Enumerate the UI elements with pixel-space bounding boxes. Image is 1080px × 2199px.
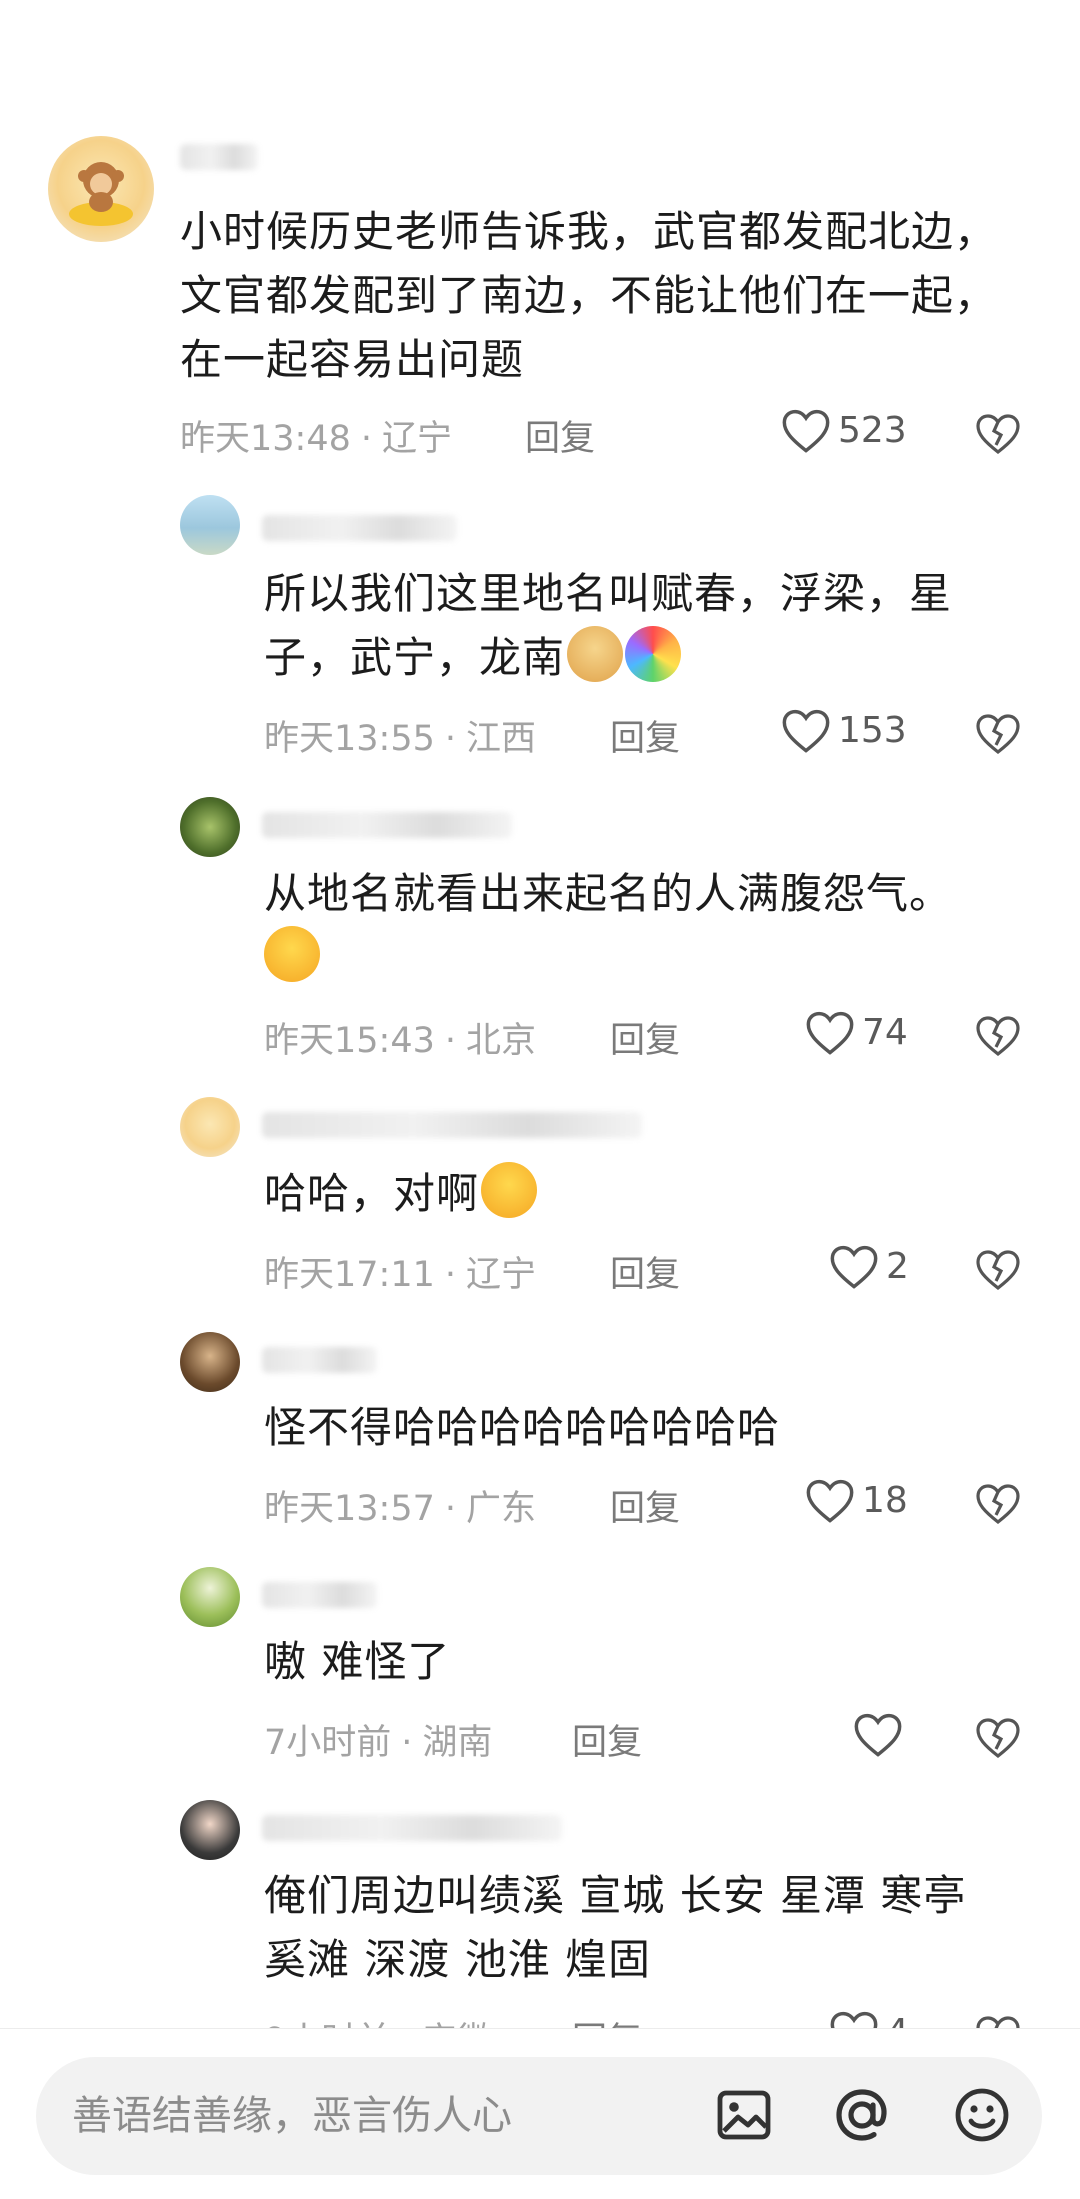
reply-button[interactable]: 回复 xyxy=(610,710,680,761)
comment-meta: 昨天13:48 · 辽宁 xyxy=(180,419,453,459)
comment-text-content: 从地名就看出来起名的人满腹怨气。 xyxy=(264,869,953,918)
username-blurred[interactable] xyxy=(262,515,457,541)
laugh-cry-emoji-icon xyxy=(481,1162,538,1218)
broken-heart-icon[interactable] xyxy=(974,1012,1022,1058)
comment-text: 怪不得哈哈哈哈哈哈哈哈哈 xyxy=(264,1403,781,1452)
comment-text: 小时候历史老师告诉我，武官都发配北边，文官都发配到了南边，不能让他们在一起，在一… xyxy=(180,207,998,384)
comment-input-container[interactable] xyxy=(36,2057,1042,2175)
heart-outline-icon xyxy=(782,409,830,453)
broken-heart-icon[interactable] xyxy=(974,1714,1022,1760)
broken-heart-icon[interactable] xyxy=(974,1246,1022,1292)
at-icon[interactable] xyxy=(830,2083,894,2147)
like-count: 523 xyxy=(838,409,907,451)
rainbow-vomit-emoji-icon xyxy=(625,626,682,682)
comment-text: 俺们周边叫绩溪 宣城 长安 星潭 寒亭 奚滩 深渡 池淮 煌固 xyxy=(264,1871,967,1984)
like-button[interactable]: 153 xyxy=(780,706,907,754)
laugh-cry-emoji-icon xyxy=(264,926,320,982)
avatar[interactable] xyxy=(180,495,240,555)
smiley-icon[interactable] xyxy=(950,2083,1014,2147)
avatar[interactable] xyxy=(180,1097,240,1157)
comment-input[interactable] xyxy=(72,2087,672,2145)
heart-outline-icon xyxy=(782,709,830,753)
reply-button[interactable]: 回复 xyxy=(525,410,595,461)
comment-location: 广东 xyxy=(466,1489,537,1529)
broken-heart-icon[interactable] xyxy=(974,1480,1022,1526)
like-count: 153 xyxy=(838,709,907,751)
avatar[interactable] xyxy=(180,1332,240,1392)
comment-time: 昨天13:55 xyxy=(264,719,435,759)
comment-meta: 昨天15:43 · 北京 xyxy=(264,1021,537,1061)
like-button[interactable] xyxy=(852,1710,910,1758)
comment-time: 昨天17:11 xyxy=(264,1255,435,1295)
username-blurred[interactable] xyxy=(262,1815,562,1841)
username-blurred[interactable] xyxy=(262,1112,642,1138)
comment-meta: 7小时前 · 湖南 xyxy=(264,1723,493,1763)
comment-time: 昨天13:57 xyxy=(264,1489,435,1529)
comment-text: 哈哈，对啊 xyxy=(264,1162,1004,1226)
comment-location: 辽宁 xyxy=(466,1255,537,1295)
heart-outline-icon xyxy=(854,1713,902,1757)
comment-text-content: 哈哈，对啊 xyxy=(264,1169,480,1218)
heart-outline-icon xyxy=(830,1245,878,1289)
like-count: 18 xyxy=(862,1479,908,1521)
avatar[interactable] xyxy=(180,797,240,857)
comment-location: 江西 xyxy=(466,719,537,759)
reply-button[interactable]: 回复 xyxy=(610,1480,680,1531)
like-count: 2 xyxy=(886,1245,909,1287)
username-blurred[interactable] xyxy=(262,1347,377,1373)
heart-outline-icon xyxy=(806,1011,854,1055)
like-button[interactable]: 2 xyxy=(828,1242,909,1290)
comment-time: 昨天15:43 xyxy=(264,1021,435,1061)
username-blurred[interactable] xyxy=(180,144,258,170)
avatar[interactable] xyxy=(180,1567,240,1627)
monkey-banana-icon xyxy=(69,162,133,226)
comment-meta: 昨天13:57 · 广东 xyxy=(264,1489,537,1529)
comment-meta: 昨天13:55 · 江西 xyxy=(264,719,537,759)
heart-outline-icon xyxy=(806,1479,854,1523)
reply-button[interactable]: 回复 xyxy=(572,1714,642,1765)
image-icon[interactable] xyxy=(712,2083,776,2147)
like-count: 74 xyxy=(862,1011,908,1053)
comment-location: 北京 xyxy=(466,1021,537,1061)
comment-text: 从地名就看出来起名的人满腹怨气。 xyxy=(264,862,1004,990)
comment-time: 7小时前 xyxy=(264,1723,392,1763)
username-blurred[interactable] xyxy=(262,1582,377,1608)
comment-text: 所以我们这里地名叫赋春，浮梁，星子，武宁，龙南 xyxy=(264,562,1004,690)
doge-emoji-icon xyxy=(567,626,624,682)
username-blurred[interactable] xyxy=(262,812,512,838)
comment-location: 湖南 xyxy=(422,1723,493,1763)
broken-heart-icon[interactable] xyxy=(974,710,1022,756)
comment-time: 昨天13:48 xyxy=(180,419,351,459)
comment-meta: 昨天17:11 · 辽宁 xyxy=(264,1255,537,1295)
avatar[interactable] xyxy=(180,1800,240,1860)
like-button[interactable]: 18 xyxy=(804,1476,908,1524)
comment-input-bar xyxy=(0,2028,1080,2199)
comment-text: 嗷 难怪了 xyxy=(264,1637,451,1686)
reply-button[interactable]: 回复 xyxy=(610,1246,680,1297)
comment-location: 辽宁 xyxy=(382,419,453,459)
like-button[interactable]: 74 xyxy=(804,1008,908,1056)
broken-heart-icon[interactable] xyxy=(974,410,1022,456)
like-button[interactable]: 523 xyxy=(780,406,907,454)
avatar[interactable] xyxy=(48,136,154,242)
reply-button[interactable]: 回复 xyxy=(610,1012,680,1063)
comment-sheet: 小时候历史老师告诉我，武官都发配北边，文官都发配到了南边，不能让他们在一起，在一… xyxy=(0,0,1080,2199)
